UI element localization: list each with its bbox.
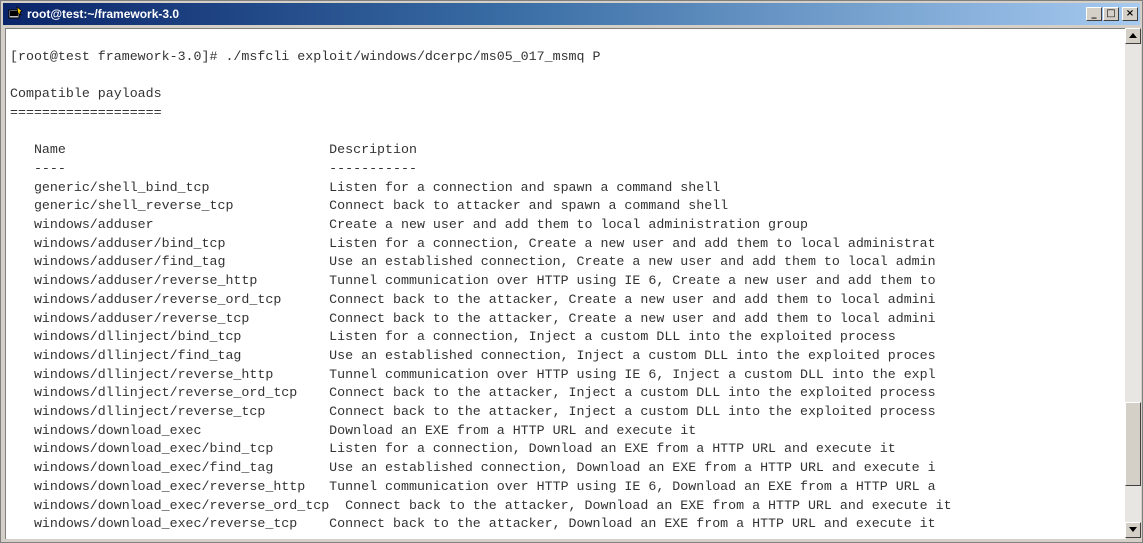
- terminal-lines: [root@test framework-3.0]# ./msfcli expl…: [6, 29, 1126, 534]
- terminal-line: windows/download_exec/reverse_tcp Connec…: [10, 516, 936, 532]
- terminal-line: Name Description: [10, 142, 417, 158]
- terminal-line: windows/adduser/reverse_tcp Connect back…: [10, 310, 936, 326]
- terminal-line: windows/download_exec/reverse_http Tunne…: [10, 478, 936, 494]
- putty-terminal-icon: [8, 5, 24, 21]
- scroll-up-button[interactable]: [1125, 28, 1141, 44]
- terminal-line: [6, 29, 1126, 48]
- terminal-line: windows/adduser/reverse_ord_tcp Connect …: [10, 291, 936, 307]
- terminal-line: windows/dllinject/reverse_tcp Connect ba…: [10, 404, 936, 420]
- terminal-line: windows/dllinject/reverse_ord_tcp Connec…: [10, 385, 936, 401]
- title-bar[interactable]: root@test:~/framework-3.0 _ □ ×: [3, 3, 1140, 25]
- close-button[interactable]: ×: [1122, 7, 1138, 21]
- terminal-line: ---- -----------: [10, 160, 417, 176]
- terminal-line: windows/download_exec/bind_tcp Listen fo…: [10, 441, 896, 457]
- terminal-line: generic/shell_reverse_tcp Connect back t…: [10, 198, 729, 214]
- terminal-line: ===================: [10, 104, 162, 120]
- window-title: root@test:~/framework-3.0: [27, 7, 180, 21]
- arrow-down-icon: [1129, 527, 1137, 532]
- scroll-thumb[interactable]: [1125, 402, 1141, 486]
- terminal-line: [6, 123, 1126, 142]
- terminal-line: windows/dllinject/reverse_http Tunnel co…: [10, 366, 936, 382]
- maximize-button[interactable]: □: [1103, 7, 1119, 21]
- terminal-line: windows/adduser/find_tag Use an establis…: [10, 254, 936, 270]
- terminal-line: windows/adduser/reverse_http Tunnel comm…: [10, 273, 936, 289]
- terminal-window: root@test:~/framework-3.0 _ □ × [root@te…: [0, 0, 1143, 543]
- terminal-output[interactable]: [root@test framework-3.0]# ./msfcli expl…: [5, 28, 1126, 539]
- terminal-line: [root@test framework-3.0]# ./msfcli expl…: [10, 48, 601, 64]
- terminal-line: windows/download_exec Download an EXE fr…: [10, 422, 697, 438]
- scroll-down-button[interactable]: [1125, 522, 1141, 538]
- terminal-line: [6, 66, 1126, 85]
- terminal-line: Compatible payloads: [10, 86, 162, 102]
- vertical-scrollbar[interactable]: [1125, 28, 1141, 538]
- terminal-line: windows/dllinject/bind_tcp Listen for a …: [10, 329, 896, 345]
- terminal-line: windows/download_exec/reverse_ord_tcp Co…: [10, 497, 952, 513]
- terminal-line: windows/download_exec/find_tag Use an es…: [10, 460, 936, 476]
- terminal-line: windows/dllinject/find_tag Use an establ…: [10, 347, 936, 363]
- terminal-line: windows/adduser/bind_tcp Listen for a co…: [10, 235, 936, 251]
- arrow-up-icon: [1129, 33, 1137, 38]
- terminal-line: windows/adduser Create a new user and ad…: [10, 217, 808, 233]
- minimize-button[interactable]: _: [1086, 7, 1102, 21]
- terminal-line: generic/shell_bind_tcp Listen for a conn…: [10, 179, 721, 195]
